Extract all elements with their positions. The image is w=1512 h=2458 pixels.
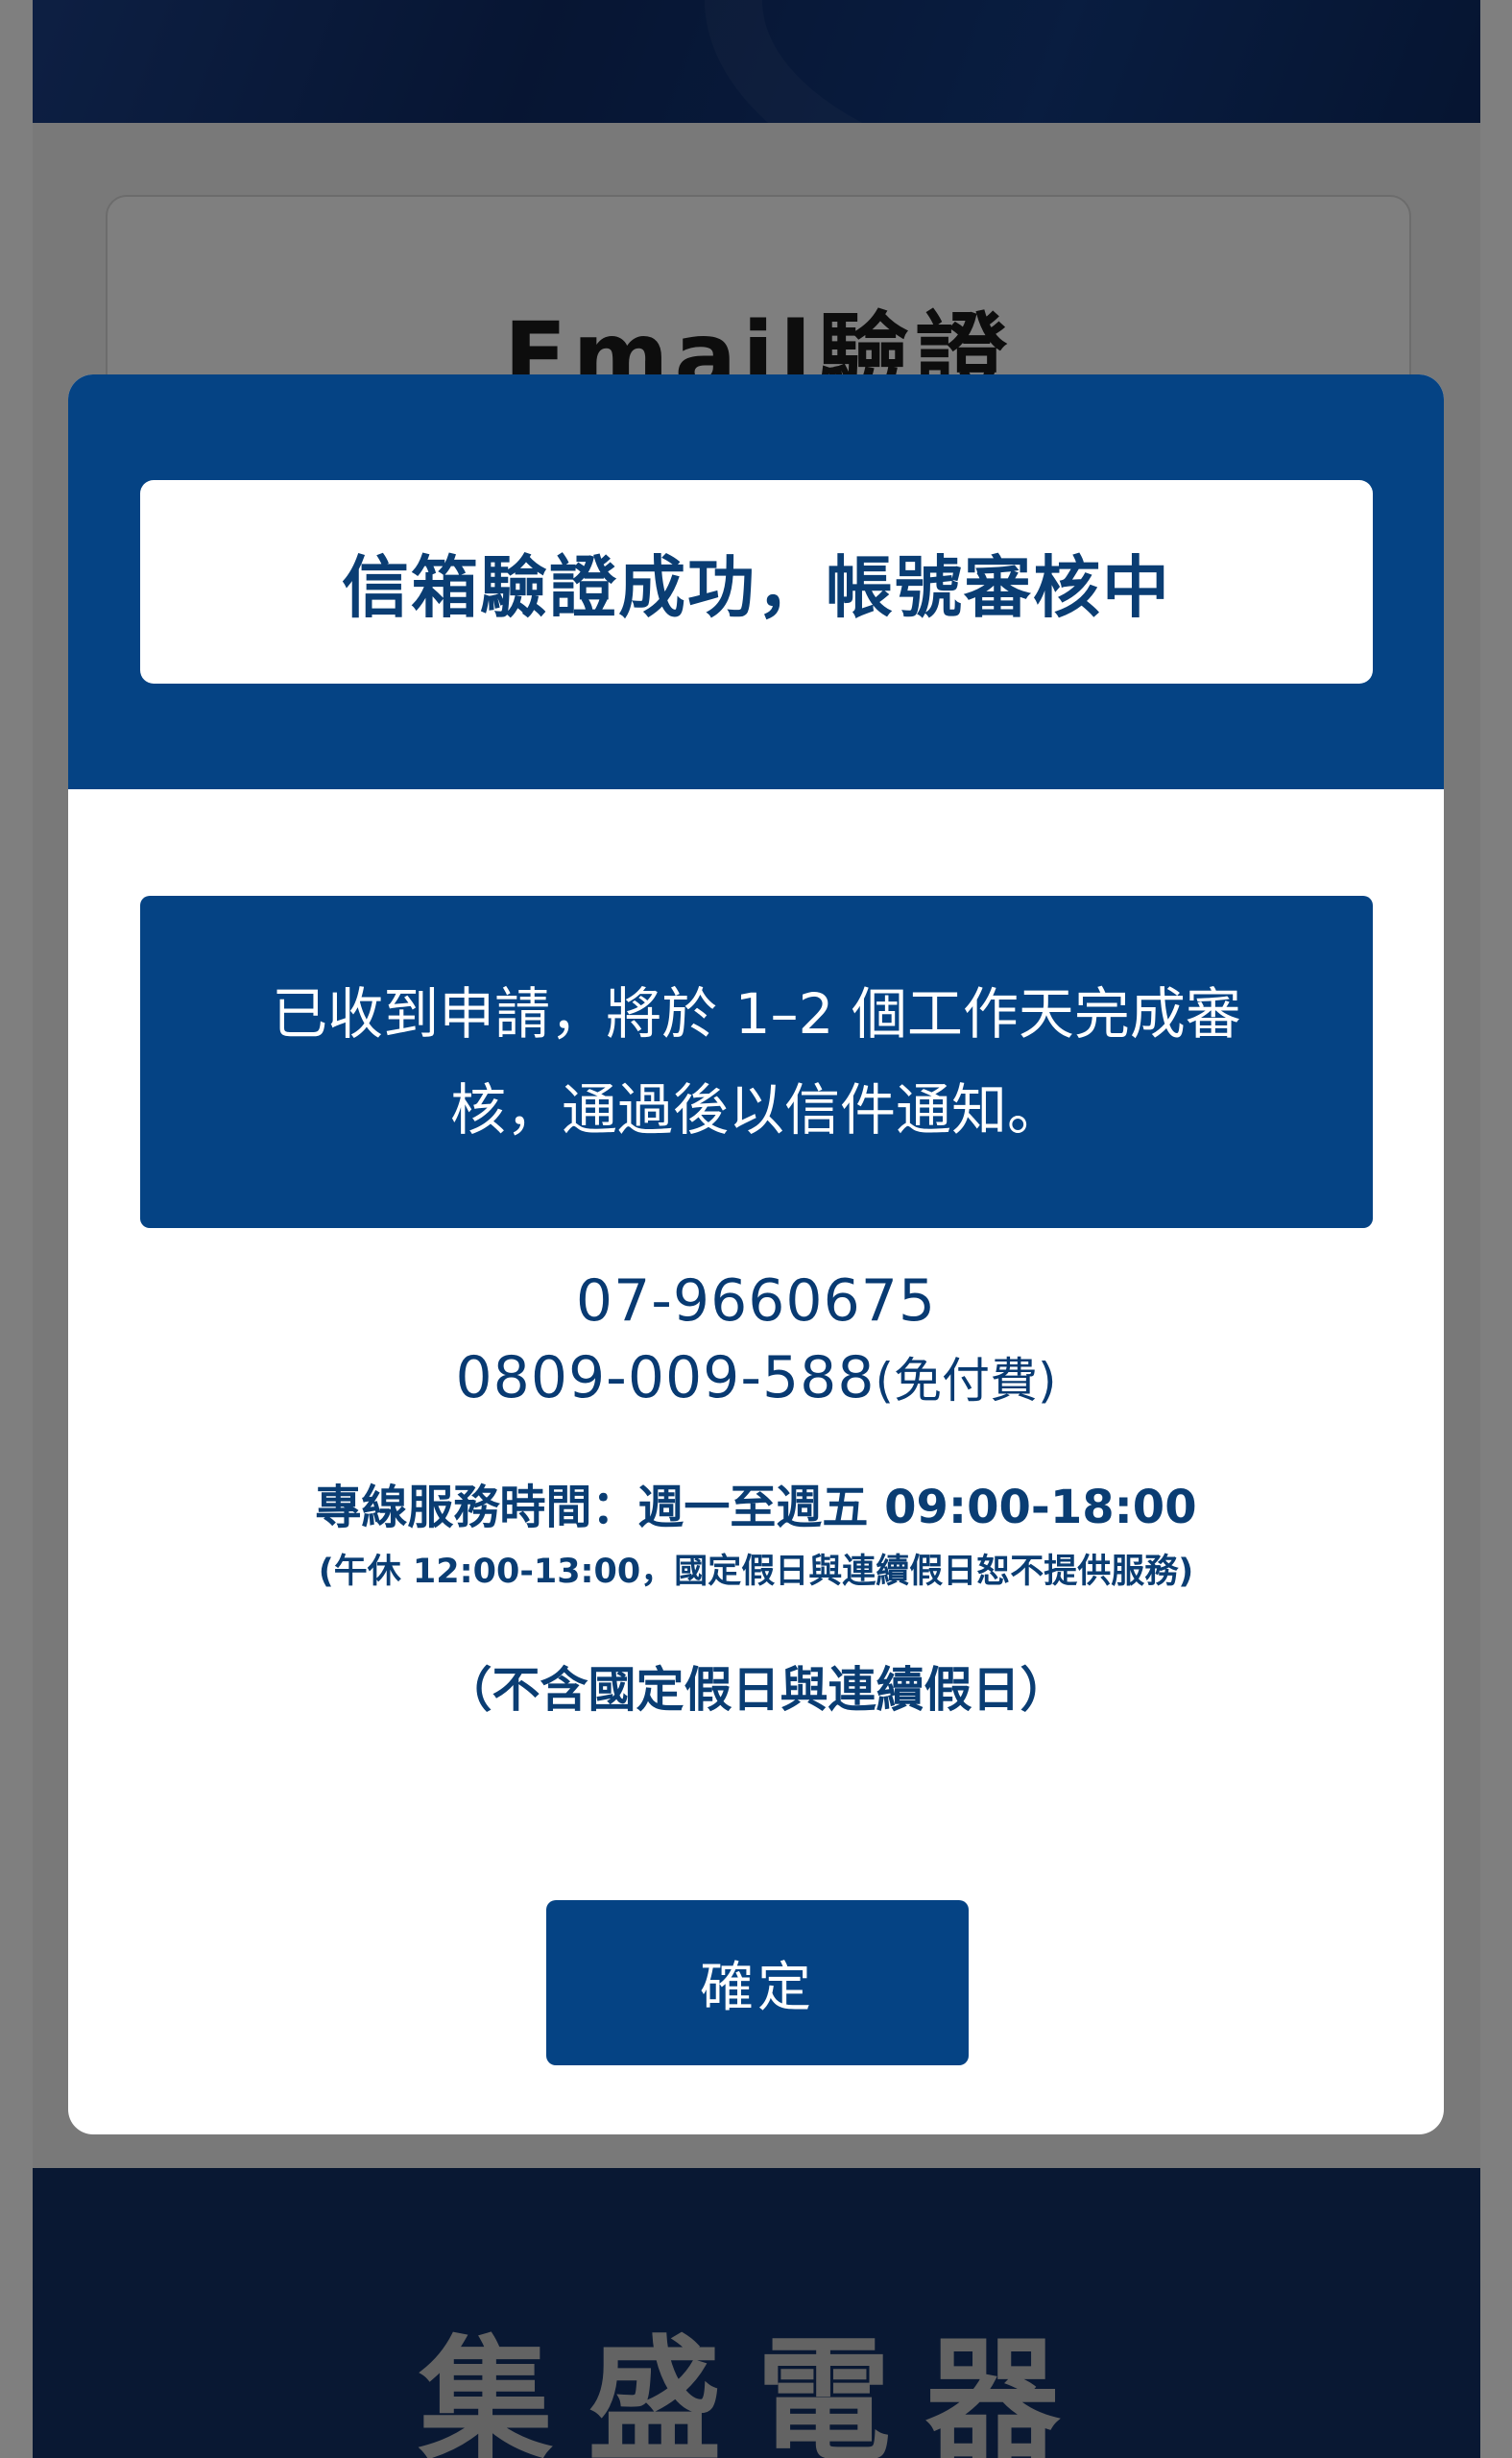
- phone-number-2[interactable]: 0809-009-588: [455, 1344, 875, 1411]
- phone-number-1[interactable]: 07-9660675: [68, 1267, 1444, 1335]
- toll-free-label: (免付費): [875, 1353, 1057, 1409]
- holiday-note: （不含國定假日與連續假日）: [444, 1662, 1068, 1718]
- dialog-title-box: 信箱驗證成功，帳號審核中: [140, 480, 1373, 684]
- dialog-title: 信箱驗證成功，帳號審核中: [342, 547, 1171, 627]
- review-notice-text: 已收到申請，將於 1–2 個工作天完成審 核，通過後以信件通知。: [272, 966, 1241, 1158]
- confirm-button[interactable]: 確定: [546, 1900, 969, 2065]
- notice-line-2: 核，通過後以信件通知。: [449, 1077, 1063, 1143]
- notice-line-1: 已收到申請，將於 1–2 個工作天完成審: [272, 981, 1241, 1047]
- service-hours-note: (午休 12:00-13:00，國定假日與連續假日恕不提供服務): [318, 1553, 1194, 1591]
- phone-number-2-row: 0809-009-588(免付費): [68, 1342, 1444, 1411]
- review-notice-box: 已收到申請，將於 1–2 個工作天完成審 核，通過後以信件通知。: [140, 896, 1373, 1228]
- service-hours: 專線服務時間：週一至週五 09:00-18:00: [315, 1481, 1197, 1534]
- dialog-header: 信箱驗證成功，帳號審核中: [68, 374, 1444, 789]
- verification-success-dialog: 信箱驗證成功，帳號審核中 已收到申請，將於 1–2 個工作天完成審 核，通過後以…: [68, 374, 1444, 2134]
